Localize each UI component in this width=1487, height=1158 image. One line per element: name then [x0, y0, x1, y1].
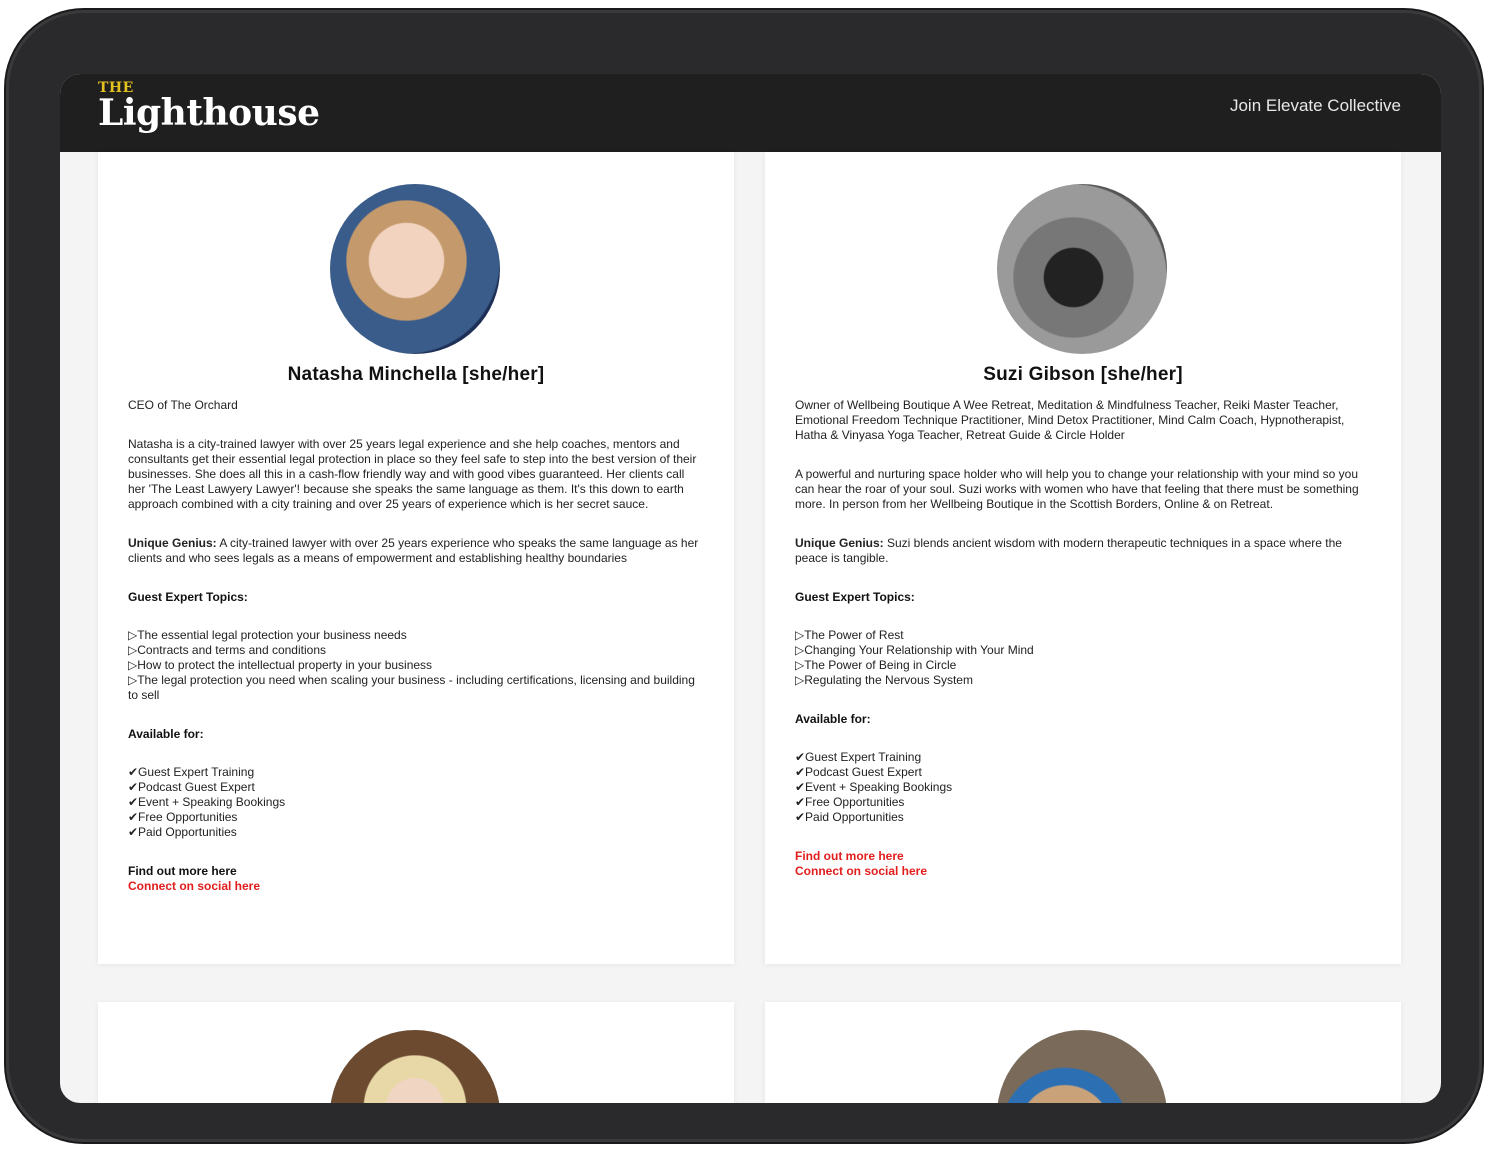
expert-card: Suzi Gibson [she/her] Owner of Wellbeing… — [765, 152, 1401, 964]
tablet-frame: THE Lighthouse Join Elevate Collective N… — [6, 10, 1482, 1142]
list-item: ✔Event + Speaking Bookings — [795, 780, 953, 794]
list-item: ✔Free Opportunities — [128, 810, 238, 824]
list-item: ✔Podcast Guest Expert — [795, 765, 922, 779]
topics-list: ▷The essential legal protection your bus… — [128, 628, 704, 703]
expert-role: CEO of The Orchard — [128, 398, 238, 412]
expert-card — [765, 1002, 1401, 1103]
connect-social-link[interactable]: Connect on social here — [795, 864, 1371, 879]
logo-title: Lighthouse — [98, 92, 320, 134]
available-title: Available for: — [128, 727, 204, 741]
expert-name: Suzi Gibson [she/her] — [983, 364, 1183, 385]
topics-list: ▷The Power of Rest ▷Changing Your Relati… — [795, 628, 1371, 688]
find-out-more-link[interactable]: Find out more here — [795, 849, 1371, 864]
list-item: ✔Podcast Guest Expert — [128, 780, 255, 794]
available-list: ✔Guest Expert Training ✔Podcast Guest Ex… — [128, 765, 704, 840]
expert-role: Owner of Wellbeing Boutique A Wee Retrea… — [795, 398, 1345, 442]
join-elevate-link[interactable]: Join Elevate Collective — [1230, 96, 1401, 116]
expert-content: Natasha Minchella [she/her] CEO of The O… — [128, 364, 704, 894]
unique-genius-label: Unique Genius: — [128, 536, 217, 550]
list-item: ✔Guest Expert Training — [795, 750, 922, 764]
screen: THE Lighthouse Join Elevate Collective N… — [60, 74, 1441, 1103]
list-item: ▷Regulating the Nervous System — [795, 673, 973, 687]
unique-genius: Unique Genius: A city-trained lawyer wit… — [128, 536, 704, 566]
list-item: ▷The Power of Rest — [795, 628, 904, 642]
expert-card: Natasha Minchella [she/her] CEO of The O… — [98, 152, 734, 964]
topics-title: Guest Expert Topics: — [128, 590, 248, 604]
header-bar: THE Lighthouse Join Elevate Collective — [60, 74, 1441, 152]
list-item: ✔Guest Expert Training — [128, 765, 255, 779]
avatar — [330, 184, 500, 354]
unique-genius: Unique Genius: Suzi blends ancient wisdo… — [795, 536, 1371, 566]
expert-bio: Natasha is a city-trained lawyer with ov… — [128, 437, 697, 511]
list-item: ▷The Power of Being in Circle — [795, 658, 957, 672]
unique-genius-label: Unique Genius: — [795, 536, 884, 550]
expert-card — [98, 1002, 734, 1103]
available-title: Available for: — [795, 712, 871, 726]
find-out-more-link[interactable]: Find out more here — [128, 864, 704, 879]
avatar — [997, 184, 1167, 354]
topics-title: Guest Expert Topics: — [795, 590, 915, 604]
list-item: ▷The legal protection you need when scal… — [128, 673, 695, 702]
list-item: ▷Changing Your Relationship with Your Mi… — [795, 643, 1034, 657]
list-item: ✔Free Opportunities — [795, 795, 905, 809]
expert-bio: A powerful and nurturing space holder wh… — [795, 467, 1359, 511]
available-list: ✔Guest Expert Training ✔Podcast Guest Ex… — [795, 750, 1371, 825]
list-item: ▷The essential legal protection your bus… — [128, 628, 407, 642]
expert-content: Suzi Gibson [she/her] Owner of Wellbeing… — [795, 364, 1371, 879]
list-item: ✔Event + Speaking Bookings — [128, 795, 286, 809]
site-logo[interactable]: THE Lighthouse — [98, 80, 320, 132]
list-item: ✔Paid Opportunities — [795, 810, 904, 824]
list-item: ▷Contracts and terms and conditions — [128, 643, 326, 657]
expert-name: Natasha Minchella [she/her] — [287, 364, 545, 385]
avatar — [997, 1030, 1167, 1103]
list-item: ▷How to protect the intellectual propert… — [128, 658, 433, 672]
connect-social-link[interactable]: Connect on social here — [128, 879, 704, 894]
list-item: ✔Paid Opportunities — [128, 825, 237, 839]
avatar — [330, 1030, 500, 1103]
